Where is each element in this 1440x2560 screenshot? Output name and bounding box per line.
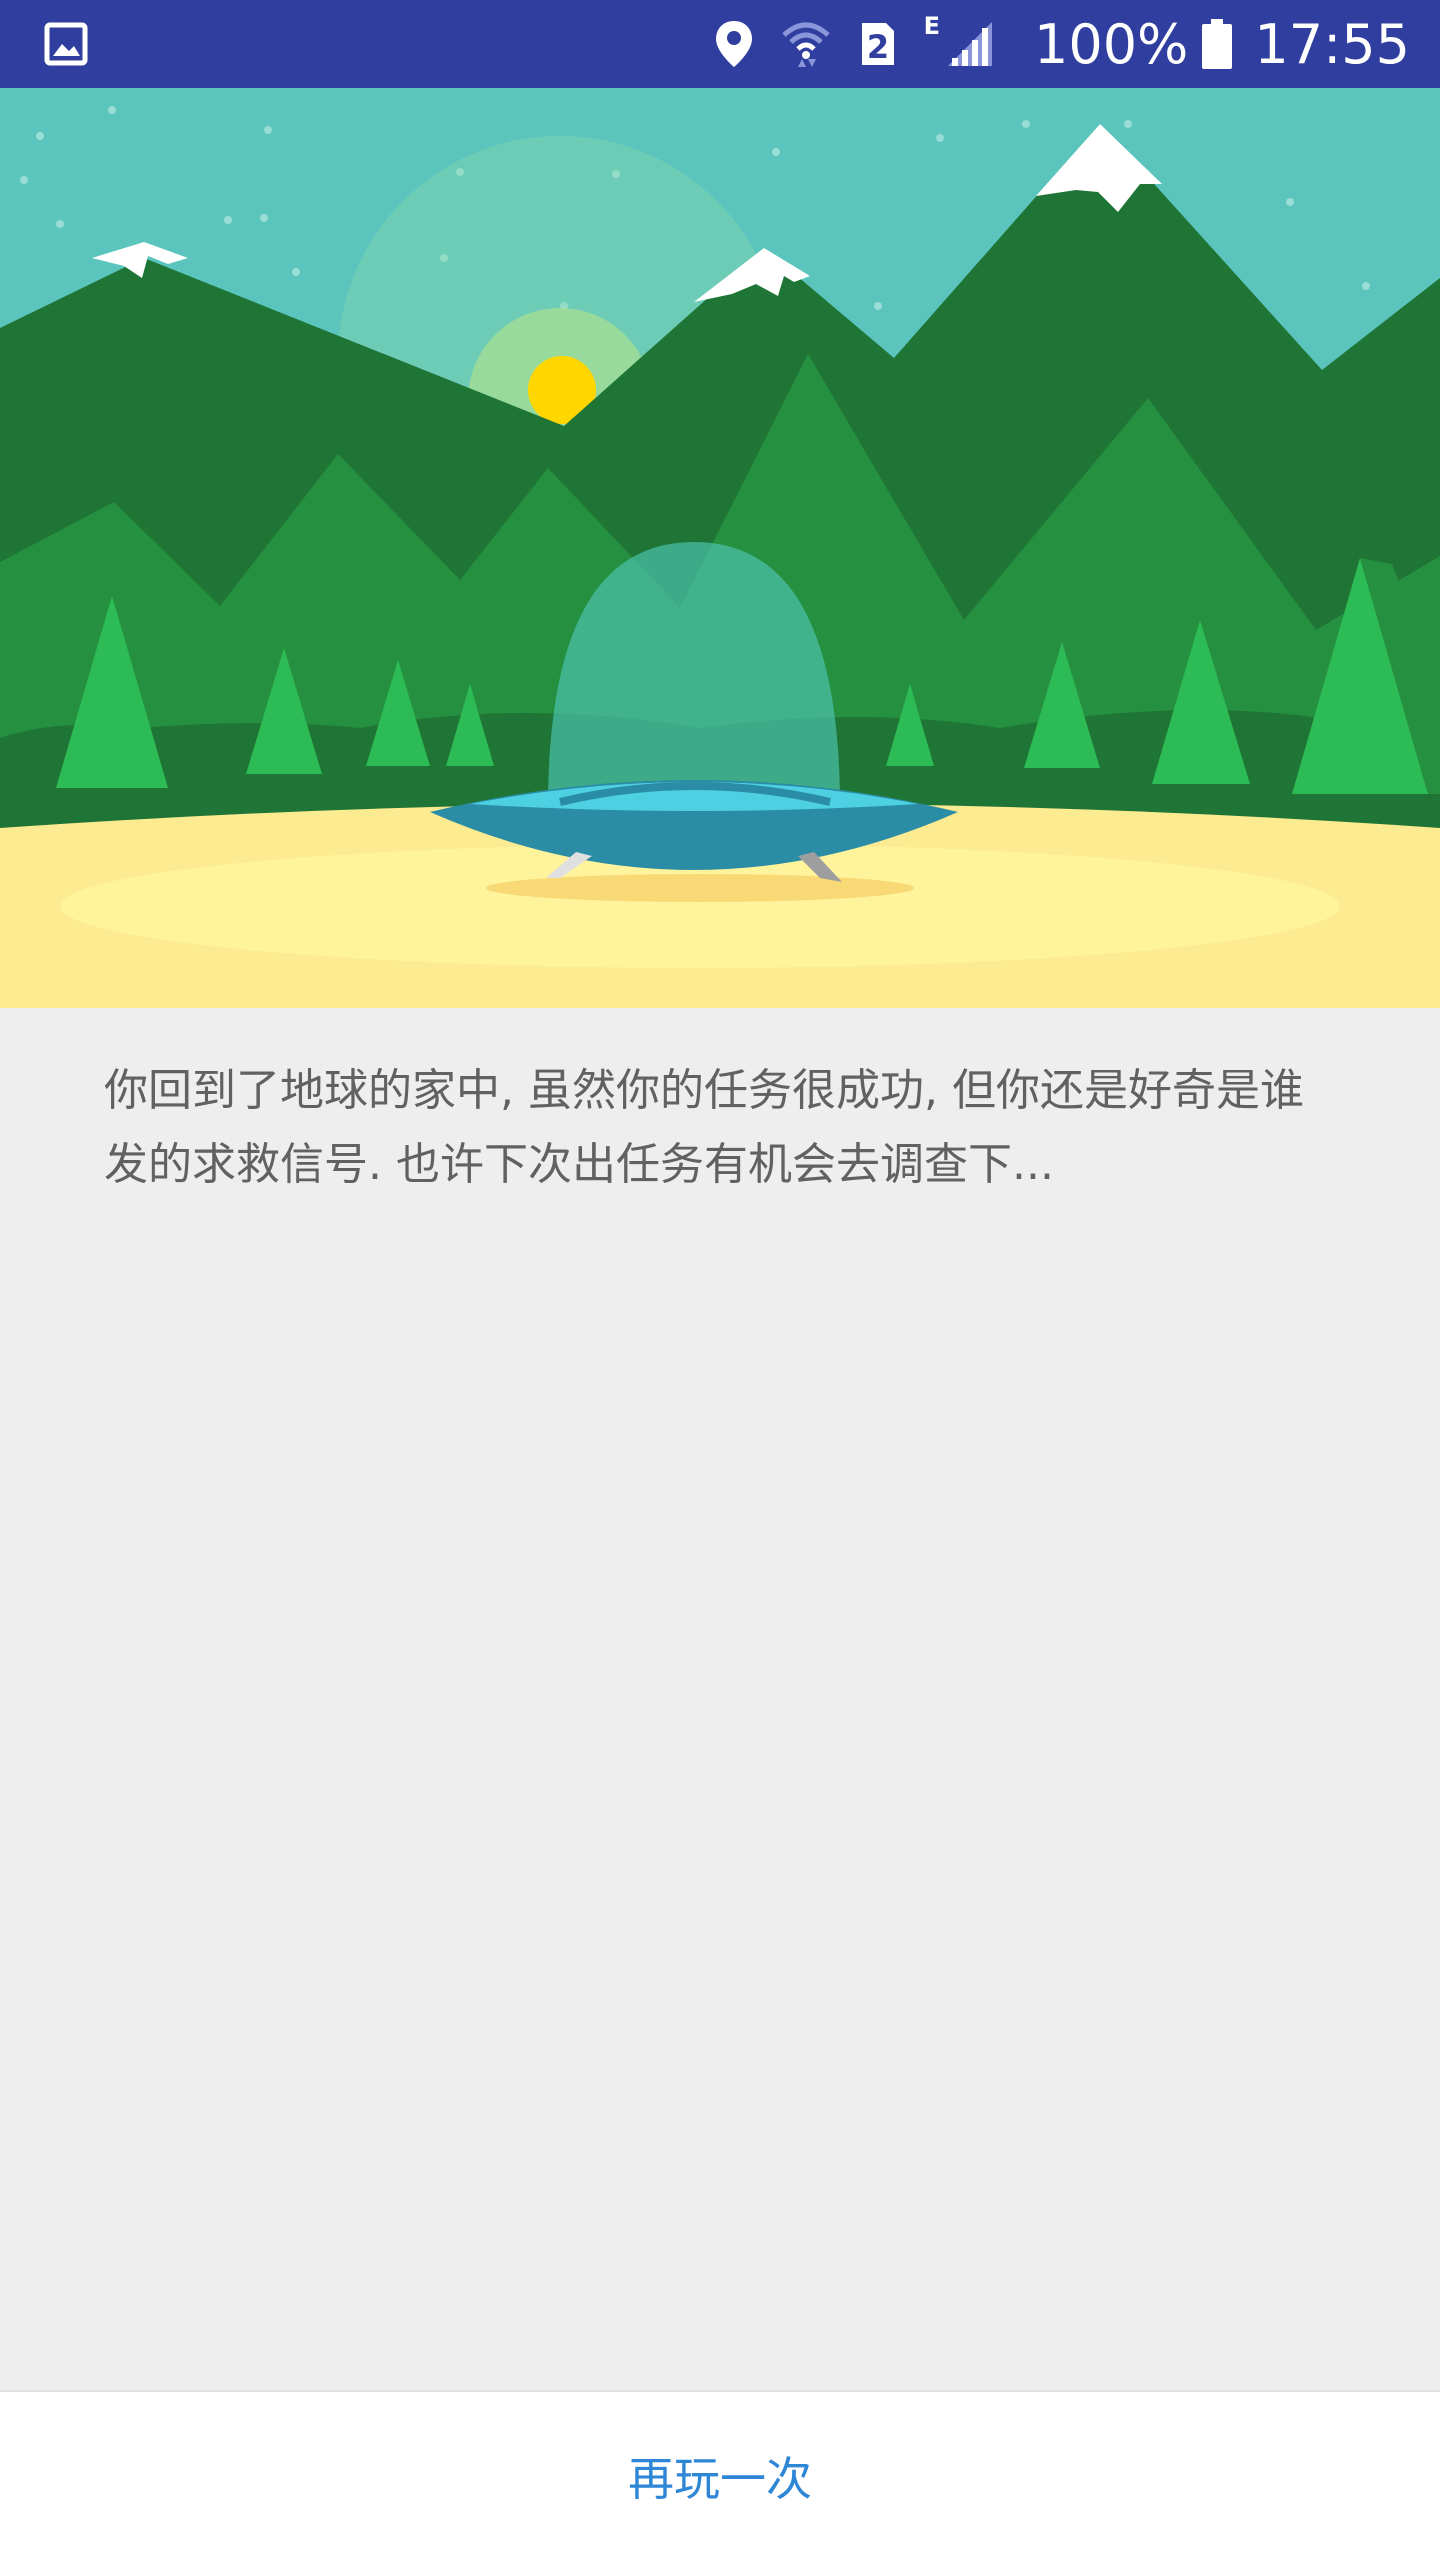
play-again-button[interactable]: 再玩一次 <box>588 2423 852 2529</box>
signal-icon <box>946 20 994 68</box>
status-bar: 2 E 100% 17:55 <box>0 0 1440 88</box>
ufo-landing-illustration <box>0 88 1440 1008</box>
bottom-action-bar: 再玩一次 <box>0 2390 1440 2560</box>
image-icon <box>44 22 88 66</box>
clock-time: 17:55 <box>1254 12 1410 76</box>
wifi-icon <box>780 19 832 69</box>
status-icons: 2 E 100% 17:55 <box>714 0 1410 88</box>
network-type-indicator: E <box>924 12 940 40</box>
sim-2-icon: 2 <box>858 19 898 69</box>
story-message: 你回到了地球的家中, 虽然你的任务很成功, 但你还是好奇是谁发的求救信号. 也许… <box>104 1065 1304 1190</box>
battery-icon <box>1202 19 1233 69</box>
location-icon <box>714 19 754 69</box>
svg-text:2: 2 <box>866 28 888 66</box>
network-type-label: E <box>923 12 940 40</box>
hero-illustration <box>0 88 1440 1008</box>
battery-percentage: 100% <box>1033 12 1189 76</box>
